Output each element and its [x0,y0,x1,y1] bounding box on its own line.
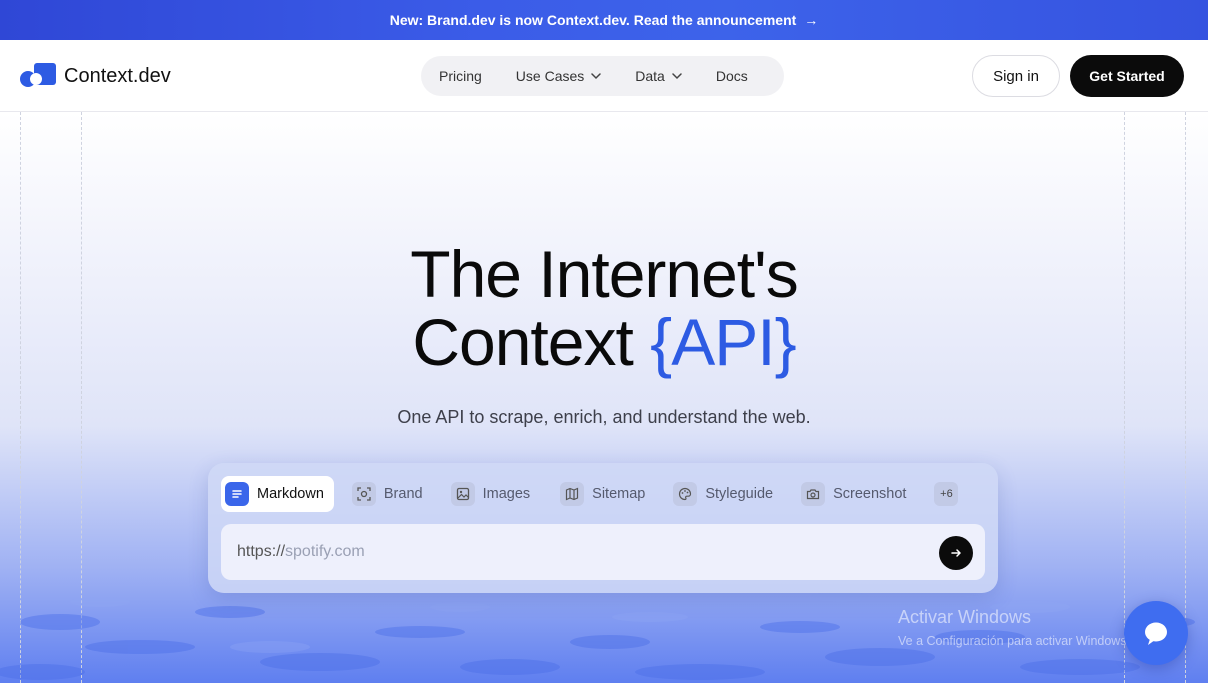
arrow-right-icon: → [804,12,819,28]
chat-widget-button[interactable] [1124,601,1188,665]
logo-icon [20,63,56,89]
main-menu: Pricing Use Cases Data Docs [421,56,784,96]
menu-item-data[interactable]: Data [635,68,682,84]
chevron-down-icon [672,73,682,80]
sign-in-button[interactable]: Sign in [972,55,1060,97]
hero-title: The Internet's Context {API} [0,240,1208,376]
tab-label: Sitemap [592,486,646,502]
tab-label: Brand [383,486,423,502]
chevron-down-icon [591,73,602,80]
focus-target-icon [351,482,376,506]
more-tabs-button[interactable]: +6 [934,482,959,506]
map-icon [560,482,585,506]
tab-markdown[interactable]: Markdown [221,476,334,512]
tab-images[interactable]: Images [450,476,531,512]
palette-icon [673,482,698,506]
get-started-button[interactable]: Get Started [1070,55,1184,97]
image-icon [450,482,475,506]
submit-button[interactable] [939,536,973,570]
logo[interactable]: Context.dev [20,63,171,89]
arrow-right-icon [951,549,961,557]
watermark-subtitle: Ve a Configuración para activar Windows. [898,634,1131,648]
hero-title-prefix: Context [412,305,651,379]
menu-item-label: Docs [715,68,748,84]
logo-text: Context.dev [64,64,171,87]
hero-title-line-1: The Internet's [410,237,798,311]
hero-title-accent: {API} [650,305,796,379]
tab-label: Styleguide [705,486,774,502]
tab-sitemap[interactable]: Sitemap [560,476,645,512]
menu-item-use-cases[interactable]: Use Cases [515,68,602,84]
watermark-title: Activar Windows [898,607,1032,627]
tab-styleguide[interactable]: Styleguide [673,476,773,512]
tab-label: Images [482,486,531,502]
announcement-banner[interactable]: New: Brand.dev is now Context.dev. Read … [0,0,1208,40]
endpoint-tabs: Markdown Brand Images Sitemap Styleguide… [221,476,985,512]
top-navigation: Context.dev Pricing Use Cases Data Docs … [0,40,1208,112]
hero-section: The Internet's Context {API} One API to … [0,112,1208,683]
menu-item-label: Use Cases [515,68,585,84]
windows-activation-watermark: Activar Windows Ve a Configuración para … [898,607,1130,648]
menu-item-docs[interactable]: Docs [716,68,748,84]
announcement-text: New: Brand.dev is now Context.dev. Read … [389,12,797,28]
tab-label: Markdown [257,486,324,502]
tab-brand[interactable]: Brand [351,476,423,512]
api-demo-panel: Markdown Brand Images Sitemap Styleguide… [208,463,998,593]
camera-icon [801,482,826,506]
menu-item-label: Pricing [439,68,482,84]
url-input[interactable] [285,543,886,561]
url-input-box[interactable]: https:// [221,524,985,580]
hero-title-line-2: Context {API} [0,308,1208,376]
menu-item-pricing[interactable]: Pricing [439,68,482,84]
menu-item-label: Data [635,68,665,84]
tab-label: Screenshot [833,486,907,502]
tab-screenshot[interactable]: Screenshot [801,476,906,512]
document-lines-icon [225,482,249,506]
hero-subtitle: One API to scrape, enrich, and understan… [397,407,811,427]
chat-bubble-icon [1145,622,1167,645]
url-prefix: https:// [237,543,286,560]
